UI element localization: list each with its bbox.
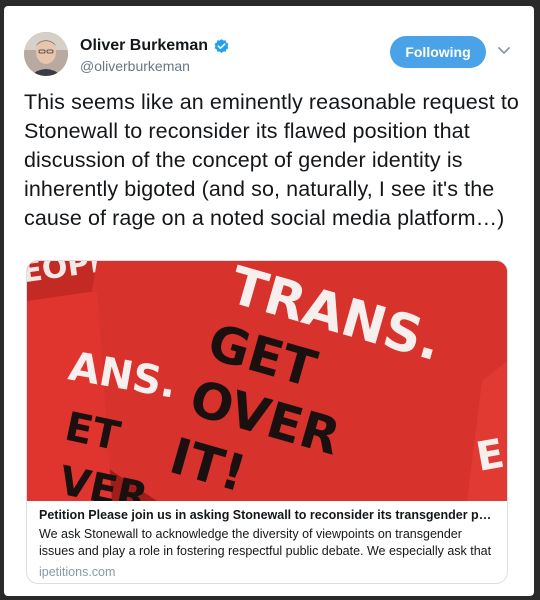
avatar[interactable]	[24, 32, 68, 76]
chevron-down-icon[interactable]	[496, 42, 512, 58]
trans-get-over-it-image-icon: EOPLE ANS. ET VER TRANS. GET OVER IT! E	[27, 261, 507, 501]
tweet-header: Oliver Burkeman @oliverburkeman Followin…	[24, 32, 514, 82]
tweet-card: Oliver Burkeman @oliverburkeman Followin…	[4, 6, 534, 596]
link-card-description: We ask Stonewall to acknowledge the dive…	[39, 527, 492, 558]
link-card-domain: ipetitions.com	[39, 565, 116, 579]
author-name[interactable]: Oliver Burkeman	[80, 37, 208, 55]
link-card-body: Petition Please join us in asking Stonew…	[39, 508, 497, 579]
link-card-title[interactable]: Petition Please join us in asking Stonew…	[39, 508, 497, 522]
tweet-text: This seems like an eminently reasonable …	[24, 90, 519, 230]
avatar-photo-icon	[24, 32, 68, 76]
author-handle[interactable]: @oliverburkeman	[80, 58, 230, 74]
link-preview-card[interactable]: EOPLE ANS. ET VER TRANS. GET OVER IT! E …	[26, 260, 508, 584]
verified-badge-icon	[214, 38, 229, 53]
following-button[interactable]: Following	[390, 36, 486, 68]
author-block: Oliver Burkeman @oliverburkeman	[80, 37, 230, 74]
